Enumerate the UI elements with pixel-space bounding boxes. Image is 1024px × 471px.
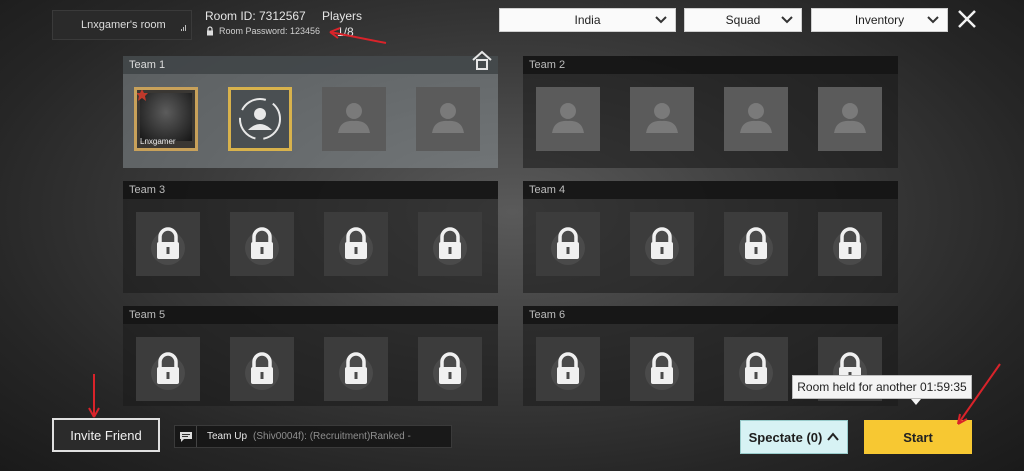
- password-arrow: [329, 27, 387, 44]
- annotation-arrows: [88, 27, 1001, 425]
- start-arrow: [957, 363, 1001, 425]
- invite-arrow: [88, 374, 100, 418]
